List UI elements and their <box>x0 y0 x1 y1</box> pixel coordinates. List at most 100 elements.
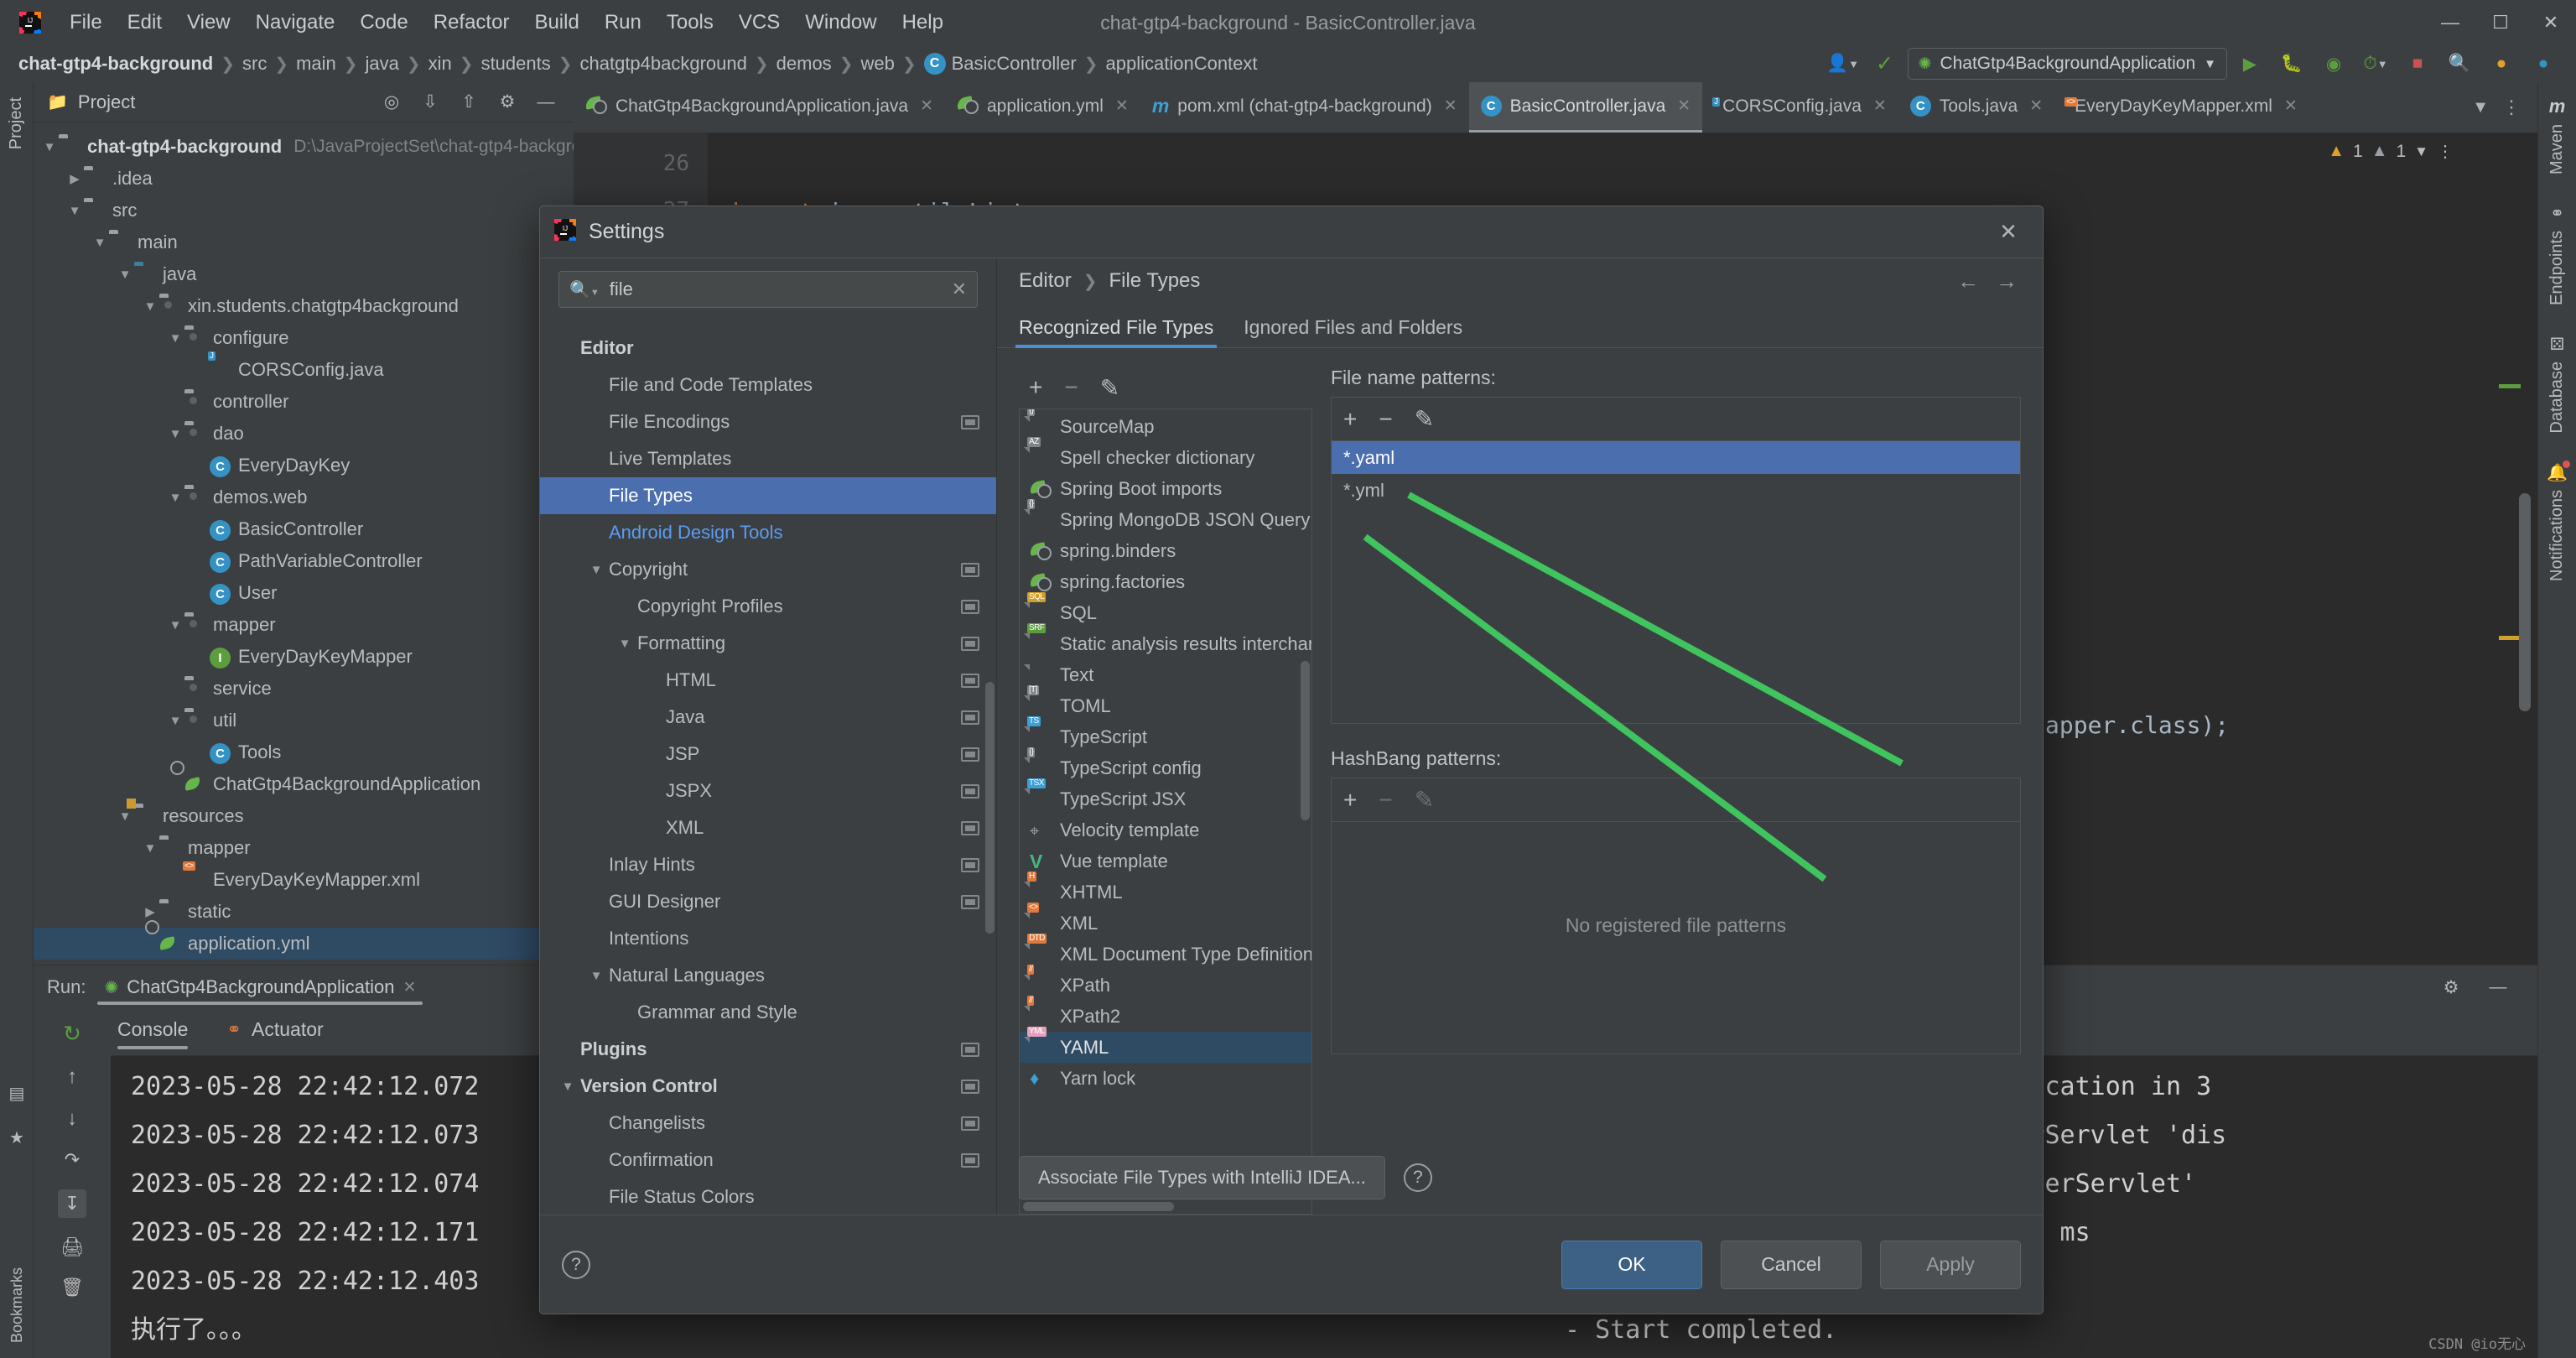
tree-row[interactable]: ▼ src <box>34 195 574 226</box>
file-type-row[interactable]: TS TypeScript <box>1020 715 1311 752</box>
project-tree[interactable]: ▼ chat-gtp4-background D:\JavaProjectSet… <box>34 122 610 991</box>
chevron-down-icon[interactable]: ▼ <box>91 236 109 250</box>
tree-row[interactable]: service <box>34 673 574 705</box>
settings-sync-icon[interactable]: ● <box>2524 47 2563 81</box>
close-icon[interactable]: ✕ <box>1677 96 1690 116</box>
pattern-row-yml[interactable]: *.yml <box>1332 474 2020 507</box>
close-icon[interactable]: ✕ <box>2029 96 2043 116</box>
file-type-row[interactable]: YML YAML <box>1020 1026 1311 1063</box>
tree-row[interactable]: C EveryDayKey <box>34 450 574 481</box>
editor-tab[interactable]: application.yml ✕ <box>945 82 1140 133</box>
edit-hashbang-icon[interactable]: ✎ <box>1415 786 1434 814</box>
chevron-down-icon[interactable]: ▼ <box>555 1080 580 1094</box>
file-type-row[interactable]: {} SourceMap <box>1020 409 1311 442</box>
settings-nav-item[interactable]: Grammar and Style <box>540 994 996 1031</box>
tool-window-project[interactable]: Project <box>7 97 26 149</box>
scroll-to-end-icon[interactable]: ↧ <box>57 1189 87 1218</box>
breadcrumb-item-demos[interactable]: demos <box>776 53 832 75</box>
file-type-row[interactable]: H XHTML <box>1020 871 1311 908</box>
tool-window-endpoints[interactable]: Endpoints <box>2547 231 2567 305</box>
menu-tools[interactable]: Tools <box>654 0 726 45</box>
file-type-row[interactable]: {} TypeScript config <box>1020 747 1311 783</box>
chevron-down-icon[interactable]: ▼ <box>141 841 159 856</box>
settings-nav-item[interactable]: GUI Designer <box>540 883 996 920</box>
tree-row[interactable]: C BasicController <box>34 513 574 545</box>
breadcrumb-item-chatgtp4background[interactable]: chatgtp4background <box>580 53 747 75</box>
pattern-row-yaml[interactable]: *.yaml <box>1332 441 2020 474</box>
menu-view[interactable]: View <box>174 0 243 45</box>
add-file-type-icon[interactable]: + <box>1029 374 1042 401</box>
tree-row[interactable]: application.yml <box>34 928 574 960</box>
close-icon[interactable]: ✕ <box>1115 96 1129 116</box>
settings-nav-item[interactable]: JSP <box>540 736 996 773</box>
collapse-all-icon[interactable]: ⇧ <box>449 86 488 119</box>
tree-row[interactable]: ▼ xin.students.chatgtp4background <box>34 290 574 322</box>
soft-wrap-icon[interactable]: ↷ <box>65 1149 80 1171</box>
add-hashbang-icon[interactable]: + <box>1343 787 1357 814</box>
settings-nav-item[interactable]: ▼ Copyright <box>540 551 996 588</box>
menu-help[interactable]: Help <box>890 0 956 45</box>
chevron-down-icon[interactable]: ▼ <box>166 618 184 632</box>
settings-search-box[interactable]: 🔍▼ file ✕ <box>558 271 978 308</box>
tool-window-maven[interactable]: Maven <box>2547 124 2567 174</box>
chevron-down-icon[interactable]: ▼ <box>166 714 184 728</box>
menu-code[interactable]: Code <box>347 0 420 45</box>
tree-row[interactable]: C User <box>34 577 574 609</box>
file-type-row[interactable]: {} Spring MongoDB JSON Query <box>1020 498 1311 535</box>
tree-row[interactable]: ▼ java <box>34 258 574 290</box>
tab-recognized-file-types[interactable]: Recognized File Types <box>1015 316 1218 348</box>
tool-window-database[interactable]: Database <box>2547 362 2567 434</box>
tree-row[interactable]: ▼ mapper <box>34 609 574 641</box>
edit-pattern-icon[interactable]: ✎ <box>1415 405 1434 433</box>
tree-row[interactable]: I EveryDayKeyMapper <box>34 641 574 673</box>
settings-nav-item[interactable]: File Status Colors <box>540 1178 996 1215</box>
chevron-down-icon[interactable]: ▼ <box>116 809 134 824</box>
tree-row[interactable]: controller <box>34 386 574 418</box>
back-arrow-icon[interactable]: ← <box>1957 268 1979 294</box>
tab-ignored-files-and-folders[interactable]: Ignored Files and Folders <box>1244 316 1462 347</box>
chevron-down-icon[interactable]: ▼ <box>166 331 184 346</box>
file-type-row[interactable]: SQL SQL <box>1020 591 1311 628</box>
tab-list-chevron-icon[interactable]: ▼ <box>2472 98 2489 117</box>
settings-nav-item[interactable]: JSPX <box>540 773 996 809</box>
tree-row[interactable]: C Tools <box>34 736 574 768</box>
chevron-down-icon[interactable]: ▼ <box>2414 143 2428 160</box>
scroll-down-icon[interactable]: ↓ <box>67 1107 77 1131</box>
search-input[interactable]: file <box>610 278 942 300</box>
tree-row[interactable]: ChatGtp4BackgroundApplication <box>34 768 574 800</box>
close-icon[interactable]: ✕ <box>1873 96 1887 116</box>
file-type-row[interactable]: Text <box>1020 659 1311 690</box>
file-type-row[interactable]: ♦ Yarn lock <box>1020 1063 1311 1094</box>
tree-row[interactable]: ▼ configure <box>34 322 574 354</box>
close-icon[interactable]: ✕ <box>1987 219 2029 245</box>
breadcrumb-item-main[interactable]: main <box>296 53 336 75</box>
tree-row[interactable]: EveryDayKeyMapper.xml <box>34 864 574 896</box>
structure-icon[interactable]: ▤ <box>9 1083 25 1104</box>
profiler-button[interactable]: ⏱ ▼ <box>2356 47 2395 81</box>
print-icon[interactable]: 🖨 <box>60 1236 84 1258</box>
inspection-options-icon[interactable]: ⋮ <box>2437 141 2454 162</box>
tree-row[interactable]: CORSConfig.java <box>34 354 574 386</box>
remove-pattern-icon[interactable]: − <box>1379 406 1392 433</box>
settings-nav-item[interactable]: File and Code Templates <box>540 367 996 403</box>
file-types-scrollbar-vertical[interactable] <box>1301 661 1310 820</box>
close-icon[interactable]: ✕ <box>2284 96 2298 116</box>
tree-row[interactable]: ▼ dao <box>34 418 574 450</box>
file-type-row[interactable]: spring.factories <box>1020 566 1311 597</box>
settings-nav-item[interactable]: Java <box>540 699 996 736</box>
settings-nav-tree[interactable]: Editor File and Code Templates File Encodi… <box>540 330 996 1215</box>
settings-nav-item[interactable]: Confirmation <box>540 1142 996 1178</box>
remove-hashbang-icon[interactable]: − <box>1379 787 1392 814</box>
tree-row[interactable]: ▼ mapper <box>34 832 574 864</box>
run-with-coverage-button[interactable]: ◉ <box>2314 47 2353 81</box>
cancel-button[interactable]: Cancel <box>1721 1240 1862 1289</box>
run-configuration-selector[interactable]: ✺ ChatGtp4BackgroundApplication ▼ <box>1907 48 2227 80</box>
gear-icon[interactable]: ⚙ <box>488 86 527 119</box>
chevron-down-icon[interactable]: ▼ <box>65 204 84 218</box>
tab-console[interactable]: Console <box>117 1018 189 1049</box>
run-button[interactable]: ▶ <box>2231 47 2269 81</box>
file-types-list[interactable]: {} SourceMap AZ Spell checker dictionary Spr… <box>1019 408 1312 1215</box>
chevron-down-icon[interactable]: ▼ <box>584 563 609 577</box>
locate-file-icon[interactable]: ◎ <box>372 86 411 119</box>
ok-button[interactable]: OK <box>1561 1240 1702 1289</box>
